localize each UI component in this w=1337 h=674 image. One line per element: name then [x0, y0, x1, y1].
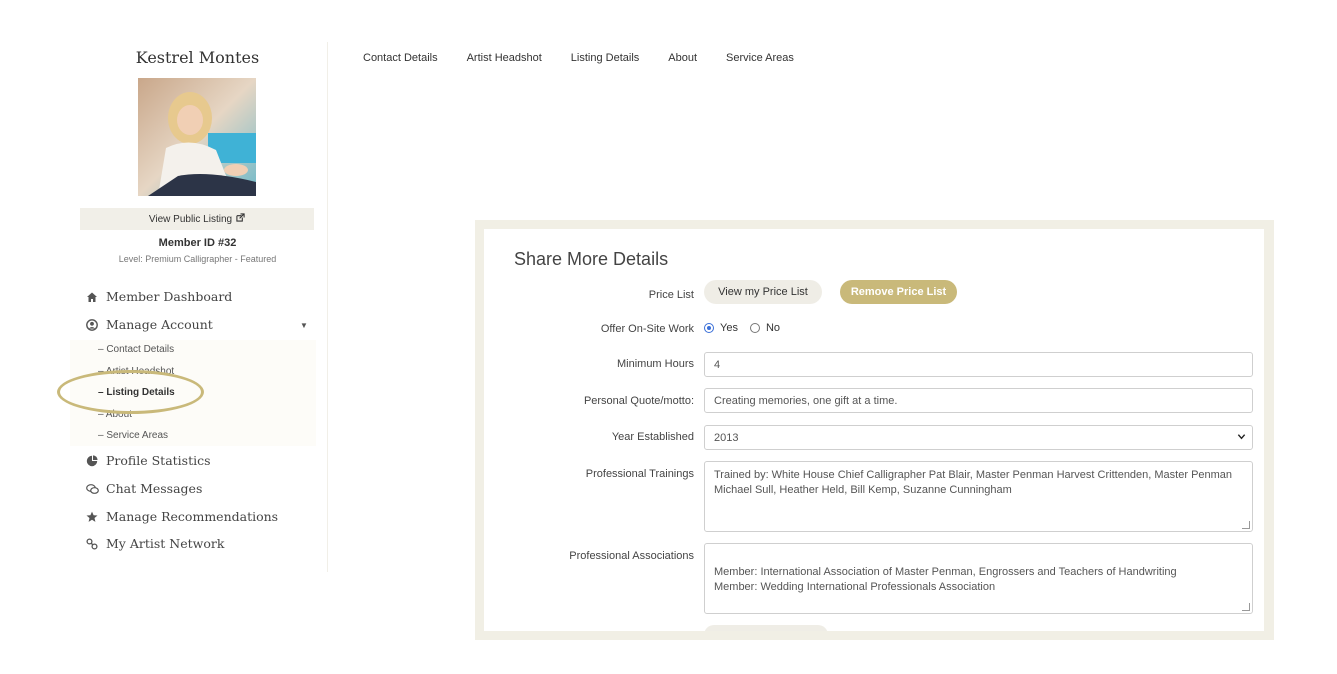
nav-label: Manage Recommendations: [106, 509, 279, 524]
member-name: Kestrel Montes: [135, 48, 260, 67]
nav-label: Manage Account: [106, 317, 213, 332]
associations-textarea[interactable]: Member: International Association of Mas…: [704, 543, 1253, 614]
trainings-textarea[interactable]: Trained by: White House Chief Calligraph…: [704, 461, 1253, 532]
year-established-value: 2013: [714, 431, 739, 444]
save-button[interactable]: [704, 625, 828, 631]
chat-icon: [86, 483, 99, 495]
remove-price-list-button[interactable]: Remove Price List: [840, 280, 957, 304]
star-icon: [86, 511, 98, 523]
minimum-hours-input[interactable]: 4: [704, 352, 1253, 377]
section-tabs: Contact Details Artist Headshot Listing …: [363, 52, 794, 64]
details-card: Share More Details Price List View my Pr…: [484, 229, 1264, 631]
nav-member-dashboard[interactable]: Member Dashboard: [86, 289, 232, 304]
external-link-icon: [236, 213, 245, 225]
quote-input[interactable]: Creating memories, one gift at a time.: [704, 388, 1253, 413]
tab-artist-headshot[interactable]: Artist Headshot: [467, 52, 542, 64]
price-list-label: Price List: [648, 289, 694, 301]
link-icon: [86, 537, 98, 550]
associations-label: Professional Associations: [569, 550, 694, 562]
nav-my-artist-network[interactable]: My Artist Network: [86, 536, 224, 551]
pie-chart-icon: [86, 454, 98, 467]
onsite-radio-group: Yes No: [704, 322, 780, 334]
user-circle-icon: [86, 318, 98, 331]
view-price-list-button[interactable]: View my Price List: [704, 280, 822, 304]
chevron-down-icon[interactable]: ▼: [300, 321, 308, 330]
year-established-select[interactable]: 2013: [704, 425, 1253, 450]
quote-label: Personal Quote/motto:: [583, 395, 694, 407]
onsite-no-radio[interactable]: [749, 323, 760, 333]
trainings-value: Trained by: White House Chief Calligraph…: [714, 469, 1233, 496]
avatar: [138, 78, 256, 196]
tab-listing-details[interactable]: Listing Details: [571, 52, 639, 64]
onsite-no-label: No: [765, 322, 781, 334]
nav-label: Chat Messages: [106, 481, 203, 496]
nav-label: Profile Statistics: [106, 453, 211, 468]
minimum-hours-label: Minimum Hours: [616, 358, 694, 370]
associations-value: Member: International Association of Mas…: [714, 566, 1177, 593]
onsite-label: Offer On-Site Work: [600, 323, 694, 335]
nav-label: Member Dashboard: [106, 289, 233, 304]
view-public-listing-label: View Public Listing: [148, 213, 233, 225]
highlight-circle: [57, 370, 204, 414]
tab-service-areas[interactable]: Service Areas: [726, 52, 794, 64]
onsite-yes-label: Yes: [720, 322, 738, 334]
resize-handle-icon[interactable]: [1242, 603, 1250, 611]
form-title: Share More Details: [514, 249, 669, 269]
sidebar: Kestrel Montes View Public Listing Membe…: [57, 42, 328, 572]
onsite-yes-radio[interactable]: [704, 323, 714, 333]
resize-handle-icon[interactable]: [1242, 521, 1250, 529]
view-public-listing-button[interactable]: View Public Listing: [80, 208, 314, 230]
submenu-contact-details[interactable]: – Contact Details: [98, 344, 174, 355]
member-id: Member ID #32: [158, 237, 237, 249]
nav-manage-recommendations[interactable]: Manage Recommendations: [86, 509, 278, 524]
submenu-service-areas[interactable]: – Service Areas: [98, 430, 168, 441]
tab-contact-details[interactable]: Contact Details: [363, 52, 438, 64]
nav-manage-account[interactable]: Manage Account: [86, 317, 213, 332]
tab-about[interactable]: About: [668, 52, 697, 64]
details-panel: Share More Details Price List View my Pr…: [475, 220, 1274, 640]
quote-value: Creating memories, one gift at a time.: [714, 394, 898, 407]
member-level: Level: Premium Calligrapher - Featured: [118, 254, 277, 264]
year-established-label: Year Established: [611, 431, 694, 443]
nav-profile-statistics[interactable]: Profile Statistics: [86, 453, 211, 468]
trainings-label: Professional Trainings: [585, 468, 694, 480]
nav-chat-messages[interactable]: Chat Messages: [86, 481, 202, 496]
nav-label: My Artist Network: [106, 536, 225, 551]
home-icon: [86, 291, 98, 303]
chevron-down-icon: [1237, 432, 1246, 443]
minimum-hours-value: 4: [714, 358, 721, 371]
